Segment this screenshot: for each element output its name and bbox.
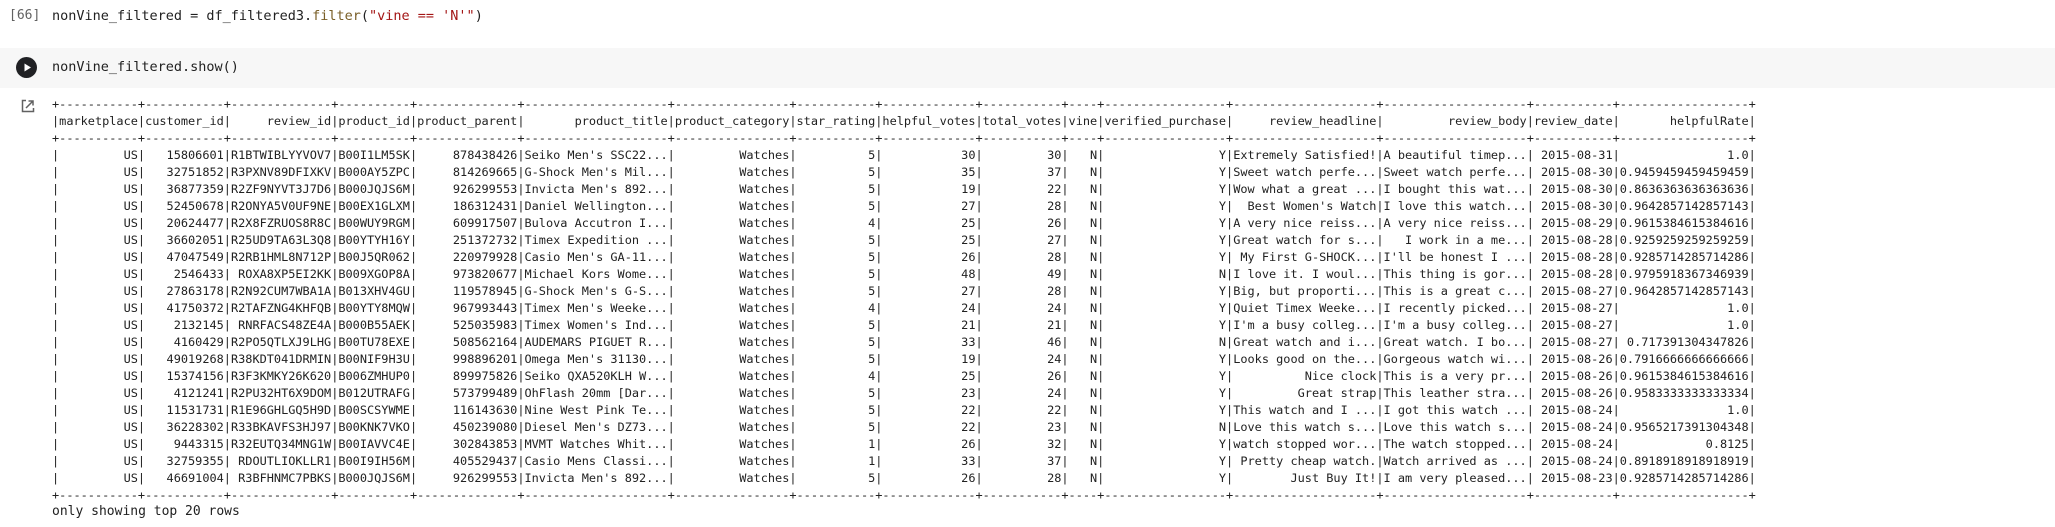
table-row: | US| 41750372|R2TAFZNG4KHFQB|B00YTY8MQW… [52, 301, 1756, 315]
output-footer-note: only showing top 20 rows [52, 504, 240, 519]
code-cell-show[interactable]: nonVine_filtered.show() [0, 48, 2055, 88]
execution-count: [66] [9, 8, 41, 23]
table-row: | US| 36228302|R33BKAVFS3HJ97|B00KNK7VKO… [52, 420, 1756, 434]
table-row: | US| 9443315|R32EUTQ34MNG1W|B00IAVVC4E|… [52, 437, 1756, 451]
table-row: | US| 32751852|R3PXNV89DFIXKV|B000AY5ZPC… [52, 165, 1756, 179]
dataframe-output-table: +-----------+-----------+--------------+… [52, 96, 1756, 504]
table-row: | US| 2546433| ROXA8XP5EI2KK|B009XGOP8A|… [52, 267, 1756, 281]
table-row: | US| 15374156|R3F3KMKY26K620|B006ZMHUP0… [52, 369, 1756, 383]
code-cell-filter[interactable]: [66] nonVine_filtered = df_filtered3.fil… [0, 0, 2055, 40]
table-row: | US| 52450678|R2ONYA5V0UF9NE|B00EX1GLXM… [52, 199, 1756, 213]
table-row: | US| 15806601|R1BTWIBLYYVOV7|B00I1LM5SK… [52, 148, 1756, 162]
run-cell-button[interactable] [16, 57, 37, 78]
code-close-paren: ) [474, 8, 483, 24]
table-row: | US| 36877359|R2ZF9NYVT3J7D6|B000JQJS6M… [52, 182, 1756, 196]
table-row: | US| 4121241|R2PU32HT6X9DOM|B012UTRAFG|… [52, 386, 1756, 400]
table-border: +-----------+-----------+--------------+… [52, 488, 1756, 502]
output-redirect-icon[interactable] [20, 98, 36, 114]
table-row: | US| 47047549|R2RB1HML8N712P|B00J5QR062… [52, 250, 1756, 264]
table-row: | US| 27863178|R2N92CUM7WBA1A|B013XHV4GU… [52, 284, 1756, 298]
table-row: | US| 20624477|R2X8FZRUOS8R8C|B00WUY9RGM… [52, 216, 1756, 230]
table-header-row: |marketplace|customer_id| review_id|prod… [52, 114, 1756, 128]
table-row: | US| 36602051|R25UD9TA63L3Q8|B00YTYH16Y… [52, 233, 1756, 247]
code-method: filter [312, 8, 361, 24]
table-row: | US| 32759355| RDOUTLIOKLLR1|B00I9IH56M… [52, 454, 1756, 468]
table-row: | US| 4160429|R2PO5QTLXJ9LHG|B00TU78EXE|… [52, 335, 1756, 349]
code-open-paren: ( [360, 8, 370, 24]
table-row: | US| 46691004| R3BFHNMC7PBKS|B000JQJS6M… [52, 471, 1756, 485]
table-row: | US| 11531731|R1E96GHLGQ5H9D|B00SCSYWME… [52, 403, 1756, 417]
code-line-show[interactable]: nonVine_filtered.show() [52, 59, 239, 75]
table-border: +-----------+-----------+--------------+… [52, 131, 1756, 145]
play-icon [24, 63, 31, 72]
code-line-filter[interactable]: nonVine_filtered = df_filtered3.filter("… [52, 8, 483, 24]
table-row: | US| 49019268|R38KDT041DRMIN|B00NIF9H3U… [52, 352, 1756, 366]
code-string-literal: "vine == 'N'" [369, 8, 475, 24]
code-lhs: nonVine_filtered = df_filtered3. [52, 8, 313, 24]
table-border: +-----------+-----------+--------------+… [52, 97, 1756, 111]
table-row: | US| 2132145| RNRFACS48ZE4A|B000B55AEK|… [52, 318, 1756, 332]
